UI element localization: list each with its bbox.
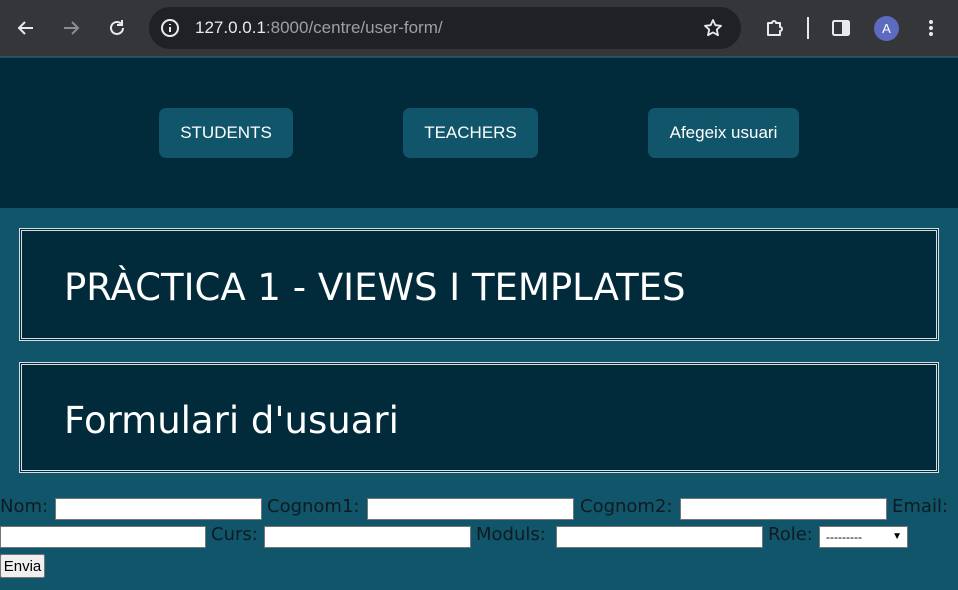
forward-button[interactable]: [57, 14, 85, 42]
arrow-right-icon: [64, 21, 80, 35]
back-button[interactable]: [12, 14, 40, 42]
puzzle-icon: [767, 20, 783, 36]
title-panel: PRÀCTICA 1 - VIEWS I TEMPLATES: [19, 228, 939, 341]
nav-teachers-button[interactable]: TEACHERS: [403, 108, 538, 158]
role-label: Role:: [768, 524, 813, 545]
cognom1-input[interactable]: [367, 498, 574, 520]
url-host: 127.0.0.1: [195, 18, 266, 37]
side-panel-button[interactable]: [827, 14, 855, 42]
reload-button[interactable]: [103, 14, 131, 42]
curs-label: Curs:: [211, 524, 258, 545]
toolbar-divider: [807, 17, 809, 39]
star-icon[interactable]: [703, 18, 723, 38]
arrow-left-icon: [17, 21, 33, 35]
subtitle-panel: Formulari d'usuari: [19, 362, 939, 473]
nav-students-button[interactable]: STUDENTS: [159, 108, 293, 158]
cognom1-label: Cognom1:: [267, 496, 360, 517]
site-info-icon[interactable]: [160, 18, 180, 38]
browser-toolbar: 127.0.0.1:8000/centre/user-form/ A: [0, 0, 958, 57]
nom-label: Nom:: [0, 496, 49, 517]
submit-button[interactable]: Envia: [0, 554, 45, 578]
cognom2-input[interactable]: [680, 498, 887, 520]
nom-input[interactable]: [55, 498, 262, 520]
site-nav: STUDENTS TEACHERS Afegeix usuari: [0, 58, 958, 208]
form-row-2: Curs: Moduls: Role: --------- ▼: [0, 523, 958, 549]
reload-icon: [110, 20, 124, 35]
email-label: Email:: [892, 496, 949, 517]
url-path: :8000/centre/user-form/: [265, 18, 443, 37]
curs-input[interactable]: [264, 526, 471, 548]
extensions-button[interactable]: [761, 14, 789, 42]
cognom2-label: Cognom2:: [580, 496, 673, 517]
chevron-down-icon: ▼: [892, 531, 902, 542]
form-row-1: Nom: Cognom1: Cognom2: Email:: [0, 495, 958, 521]
url-text[interactable]: 127.0.0.1:8000/centre/user-form/: [195, 18, 443, 38]
page-title: PRÀCTICA 1 - VIEWS I TEMPLATES: [64, 266, 686, 309]
email-input[interactable]: [0, 526, 206, 548]
browser-menu-button[interactable]: [917, 14, 945, 42]
moduls-input[interactable]: [556, 526, 763, 548]
address-bar[interactable]: 127.0.0.1:8000/centre/user-form/: [149, 7, 741, 49]
role-select[interactable]: --------- ▼: [819, 526, 908, 548]
form-title: Formulari d'usuari: [64, 399, 399, 442]
moduls-label: Moduls:: [476, 524, 546, 545]
nav-add-user-button[interactable]: Afegeix usuari: [648, 108, 799, 158]
profile-avatar[interactable]: A: [874, 16, 899, 41]
role-selected-value: ---------: [826, 530, 862, 544]
more-vertical-icon: [929, 20, 933, 36]
side-panel-icon: [832, 20, 850, 36]
